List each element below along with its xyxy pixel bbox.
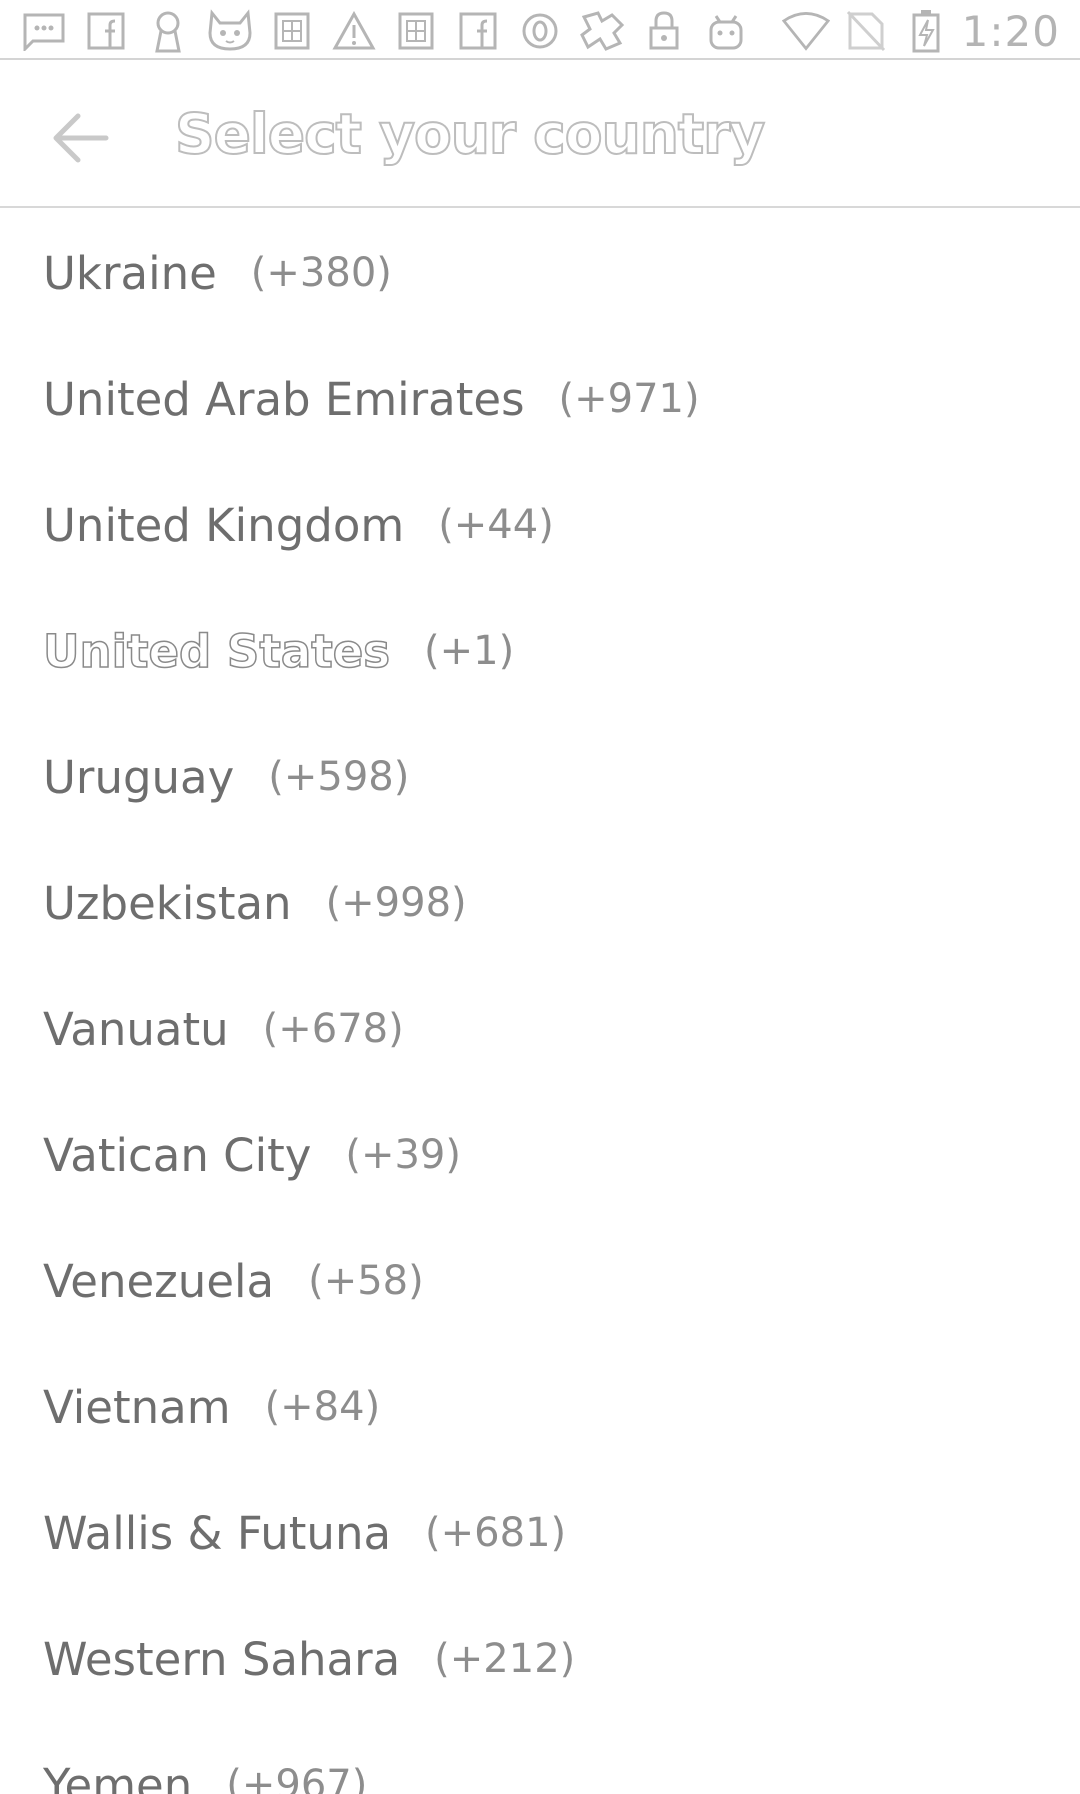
back-button[interactable] xyxy=(44,102,116,174)
country-name: Venezuela xyxy=(43,1254,275,1308)
facebook-icon xyxy=(454,7,502,55)
system-status: 1:20 xyxy=(781,6,1060,56)
facebook-icon xyxy=(82,7,130,55)
lock-icon xyxy=(640,7,688,55)
no-sim-icon xyxy=(842,7,890,55)
country-row[interactable]: Venezuela (+58) xyxy=(0,1218,1080,1344)
country-list[interactable]: Ukraine (+380) United Arab Emirates (+971) U… xyxy=(0,210,1080,1794)
puzzle-icon xyxy=(578,7,626,55)
country-row[interactable]: Vietnam (+84) xyxy=(0,1344,1080,1470)
country-row[interactable]: Vatican City (+39) xyxy=(0,1092,1080,1218)
dial-code: (+380) xyxy=(250,250,392,296)
country-name: United Kingdom xyxy=(43,498,405,552)
page-title: Select your country xyxy=(174,101,766,167)
country-row[interactable]: Wallis & Futuna (+681) xyxy=(0,1470,1080,1596)
app-bar: Select your country xyxy=(0,62,1080,208)
country-name: United States xyxy=(42,624,391,679)
app-grid-icon xyxy=(268,7,316,55)
app-grid-icon xyxy=(392,7,440,55)
country-row[interactable]: United Arab Emirates (+971) xyxy=(0,336,1080,462)
country-name: Vatican City xyxy=(43,1128,312,1182)
dial-code: (+678) xyxy=(262,1006,404,1052)
country-name: Ukraine xyxy=(43,246,217,300)
country-row[interactable]: United Kingdom (+44) xyxy=(0,462,1080,588)
dial-code: (+971) xyxy=(558,376,700,422)
country-name: Western Sahara xyxy=(43,1632,401,1686)
cat-face-icon xyxy=(206,7,254,55)
country-row[interactable]: Western Sahara (+212) xyxy=(0,1596,1080,1722)
country-name: Vietnam xyxy=(43,1380,231,1434)
clock: 1:20 xyxy=(961,6,1060,56)
country-name: Yemen xyxy=(43,1758,193,1794)
wifi-icon xyxy=(781,7,830,55)
country-name: United Arab Emirates xyxy=(43,372,525,426)
country-name: Wallis & Futuna xyxy=(43,1506,392,1560)
battery-charging-icon xyxy=(902,7,950,55)
android-icon xyxy=(702,7,750,55)
dial-code: (+44) xyxy=(438,502,554,548)
dial-code: (+58) xyxy=(308,1258,424,1304)
country-row[interactable]: Uzbekistan (+998) xyxy=(0,840,1080,966)
keyhole-icon xyxy=(144,7,192,55)
notification-icons xyxy=(20,6,750,56)
dial-code: (+212) xyxy=(434,1636,576,1682)
dial-code: (+598) xyxy=(268,754,410,800)
country-name: Uruguay xyxy=(43,750,235,804)
chat-bubble-icon xyxy=(20,7,68,55)
dial-code: (+1) xyxy=(424,628,515,674)
country-name: Uzbekistan xyxy=(43,876,292,930)
country-row[interactable]: Yemen (+967) xyxy=(0,1722,1080,1794)
circle-o-icon xyxy=(516,7,564,55)
status-bar: 1:20 xyxy=(0,0,1080,60)
dial-code: (+681) xyxy=(425,1510,567,1556)
country-row[interactable]: Ukraine (+380) xyxy=(0,210,1080,336)
country-name: Vanuatu xyxy=(43,1002,229,1056)
warning-icon xyxy=(330,7,378,55)
dial-code: (+84) xyxy=(264,1384,381,1430)
dial-code: (+967) xyxy=(226,1762,368,1794)
dial-code: (+39) xyxy=(345,1132,461,1178)
arrow-left-icon xyxy=(53,113,109,163)
country-row[interactable]: Vanuatu (+678) xyxy=(0,966,1080,1092)
country-row[interactable]: Uruguay (+598) xyxy=(0,714,1080,840)
country-row[interactable]: United States (+1) xyxy=(0,588,1080,714)
dial-code: (+998) xyxy=(325,880,467,926)
